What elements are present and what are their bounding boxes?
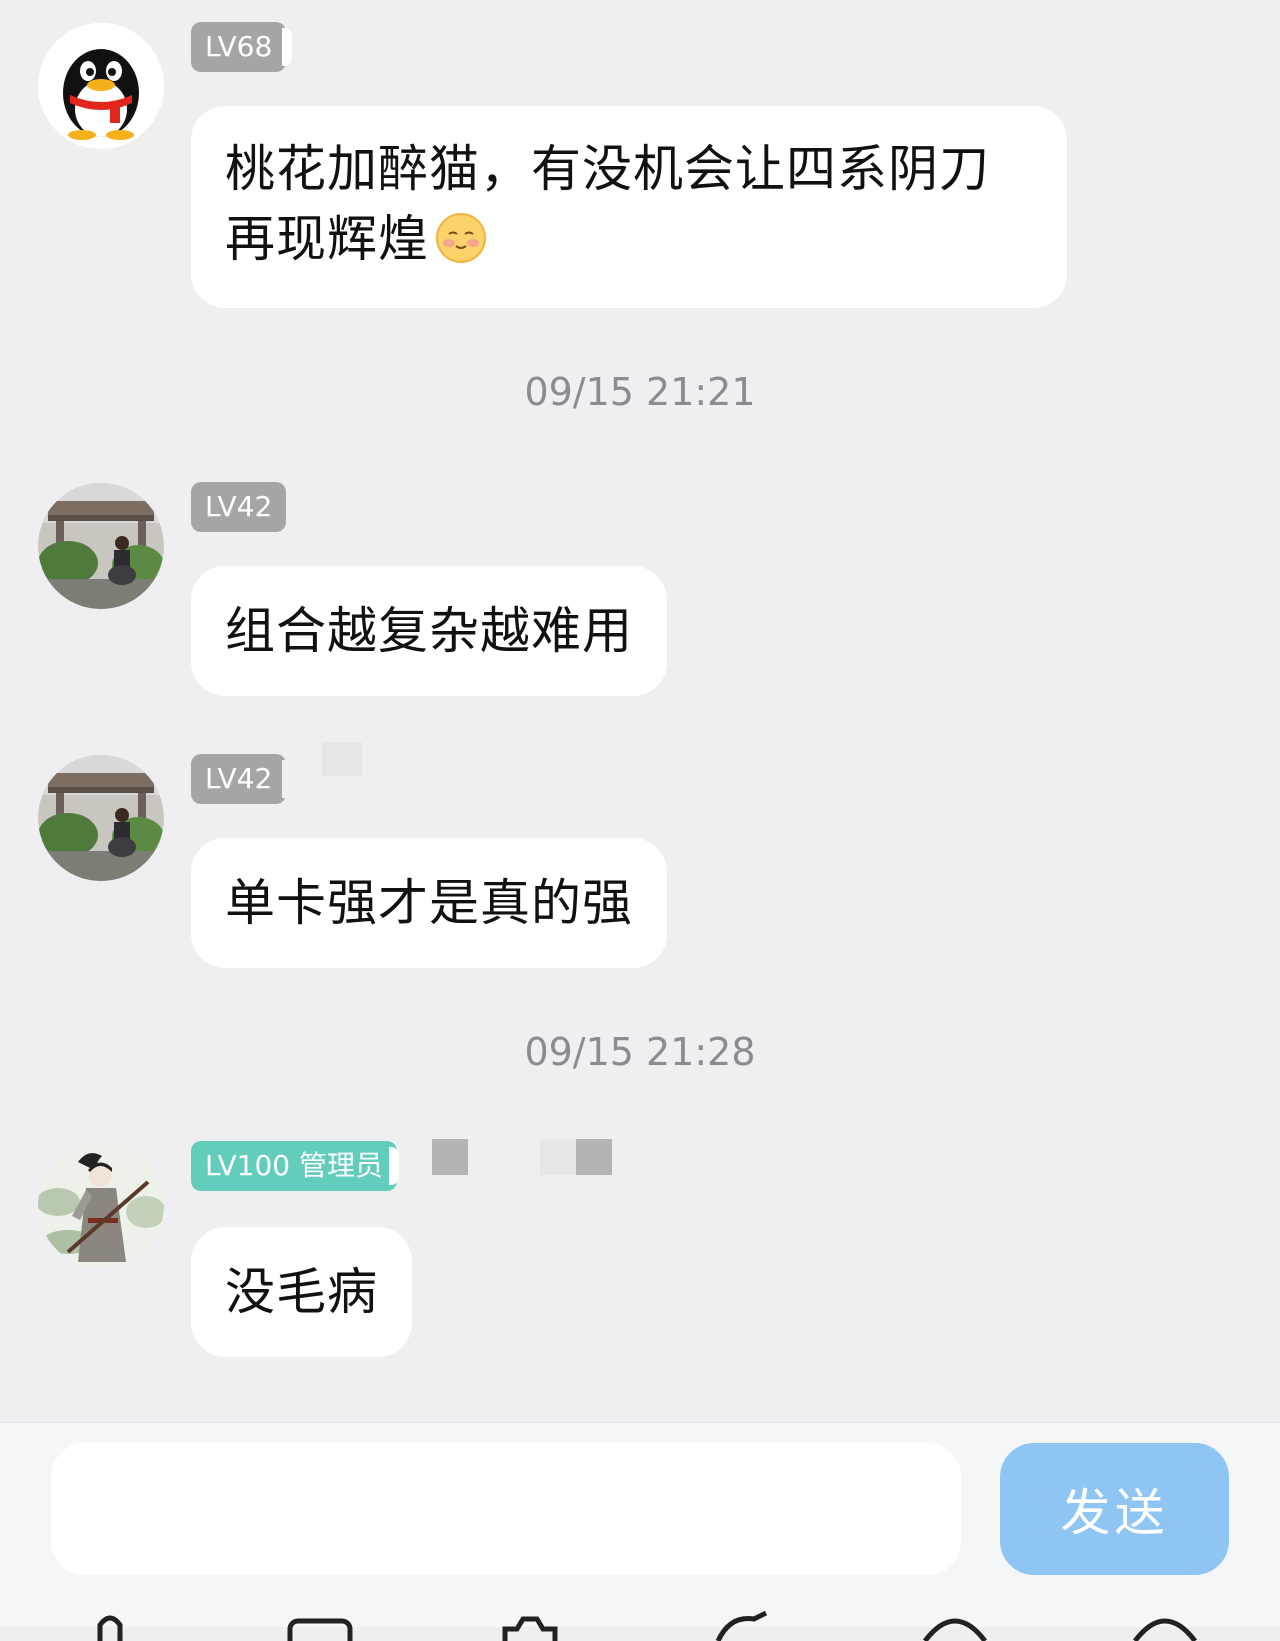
send-button[interactable]: 发送 [1000, 1443, 1229, 1575]
message-bubble[interactable]: 单卡强才是真的强 [191, 838, 667, 968]
level-badge: LV68 [191, 22, 293, 72]
voice-icon[interactable] [75, 1611, 145, 1641]
more-icon[interactable] [1130, 1611, 1200, 1641]
qq-penguin-avatar[interactable] [38, 23, 164, 149]
message-text: 组合越复杂越难用 [225, 602, 633, 660]
photo-gate-avatar[interactable] [38, 483, 164, 609]
redacted-name [322, 742, 362, 776]
camera-icon[interactable] [495, 1611, 565, 1641]
redacted-name [576, 1139, 612, 1175]
level-badge: LV42 [191, 482, 287, 532]
message-bubble[interactable]: 组合越复杂越难用 [191, 566, 667, 696]
blush-smile-emoji-icon [436, 213, 486, 263]
timestamp: 09/15 21:21 [524, 370, 756, 414]
message-composer: 发送 [0, 1422, 1280, 1641]
message-text: 没毛病 [225, 1263, 378, 1321]
photo-gate-avatar[interactable] [38, 755, 164, 881]
ink-painting-swordsman-avatar[interactable] [38, 1142, 164, 1268]
message-input[interactable] [51, 1443, 961, 1575]
message-text-line2: 再现辉煌 [225, 204, 1033, 274]
level-badge: LV42 [191, 754, 293, 804]
image-icon[interactable] [285, 1611, 355, 1641]
red-packet-icon[interactable] [710, 1611, 780, 1641]
redacted-name [432, 1139, 468, 1175]
message-text: 桃花加醉猫，有没机会让四系阴刀 [225, 140, 990, 198]
emoji-icon[interactable] [920, 1611, 990, 1641]
message-bubble[interactable]: 没毛病 [191, 1227, 412, 1357]
admin-level-badge: LV100 管理员 [191, 1141, 400, 1191]
redacted-name [540, 1139, 576, 1175]
message-bubble[interactable]: 桃花加醉猫，有没机会让四系阴刀 再现辉煌 [191, 106, 1067, 308]
timestamp: 09/15 21:28 [524, 1030, 756, 1074]
message-text: 单卡强才是真的强 [225, 874, 633, 932]
